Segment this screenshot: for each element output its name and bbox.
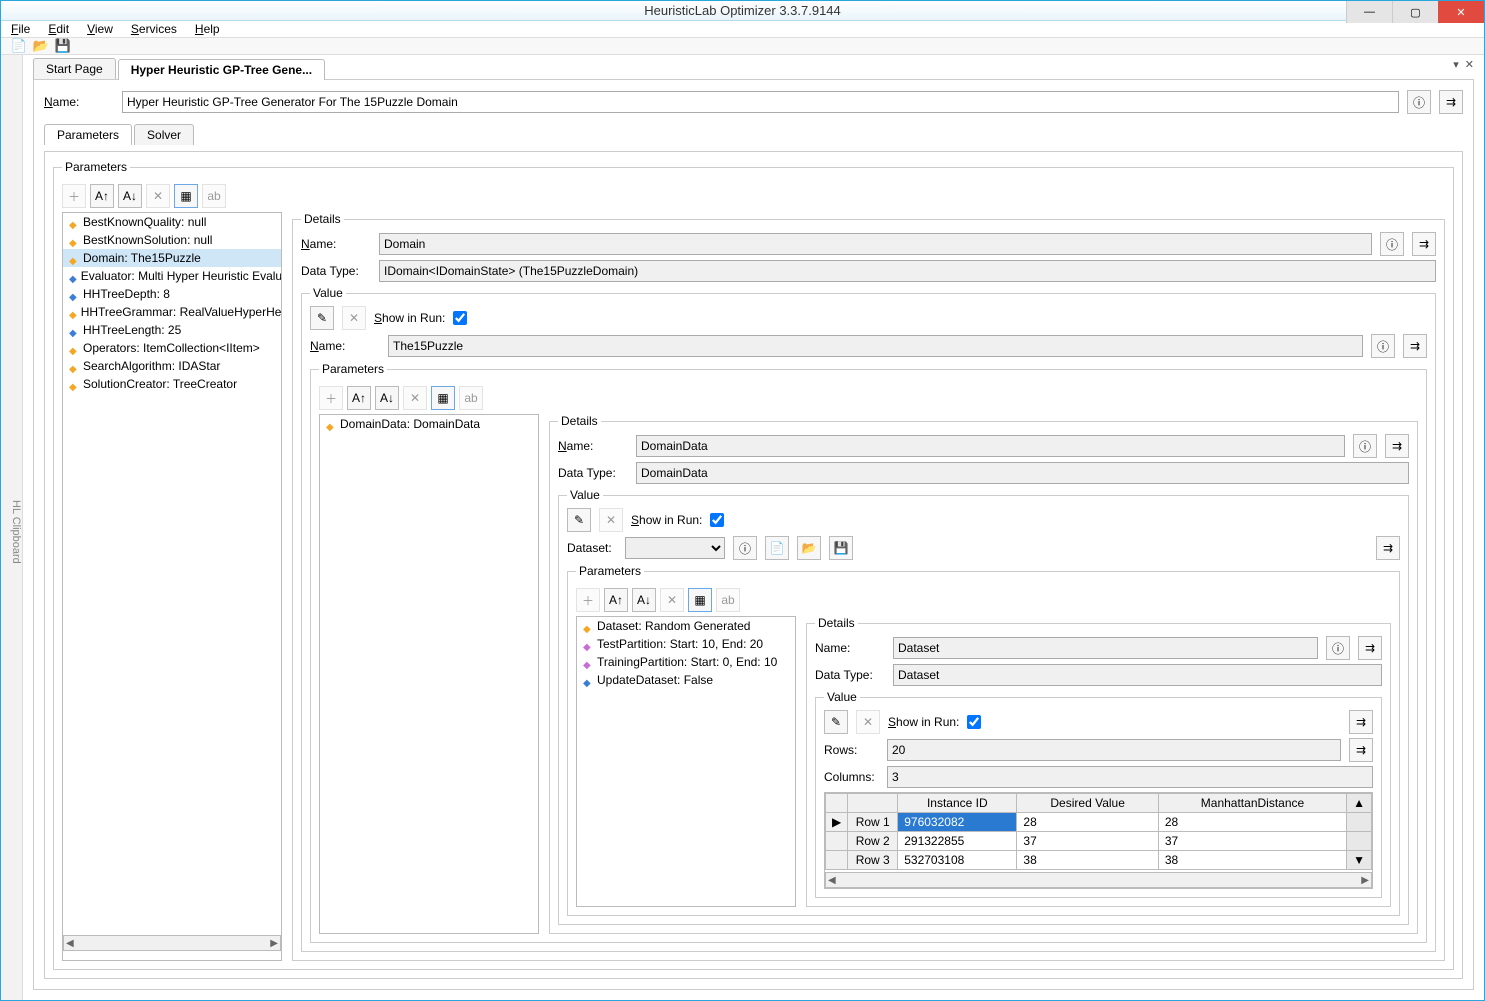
breadcrumb-nav-icon[interactable]: ⇉ [1376, 536, 1400, 560]
details-name-field [379, 233, 1372, 255]
sort-desc-icon[interactable]: A↓ [375, 386, 399, 410]
tab-solver[interactable]: Solver [134, 124, 194, 145]
open-file-icon[interactable]: 📂 [33, 38, 49, 54]
clear-icon: ✕ [856, 710, 880, 734]
tab-parameters[interactable]: Parameters [44, 124, 132, 145]
sort-desc-icon[interactable]: A↓ [632, 588, 656, 612]
new-icon[interactable]: 📄 [765, 536, 789, 560]
grid-h-scrollbar[interactable]: ◀▶ [825, 872, 1372, 888]
breadcrumb-nav-icon[interactable]: ⇉ [1349, 710, 1373, 734]
show-properties-icon: ab [202, 184, 226, 208]
menu-file[interactable]: File [11, 22, 30, 36]
details-legend: Details [301, 212, 344, 226]
window-close-button[interactable]: ✕ [1438, 1, 1484, 23]
new-file-icon[interactable]: 📄 [11, 38, 27, 54]
details3-datatype-field [893, 664, 1382, 686]
open-icon[interactable]: 📂 [797, 536, 821, 560]
document-tabs: Start Page Hyper Heuristic GP-Tree Gene.… [33, 55, 1474, 79]
dataset-grid[interactable]: Instance ID Desired Value ManhattanDista… [825, 793, 1372, 870]
details2-name-field [636, 435, 1345, 457]
app-toolbar: 📄 📂 💾 [1, 38, 1484, 55]
delete-icon: ✕ [146, 184, 170, 208]
clipboard-sidebar-tab[interactable]: HL Clipboard [1, 55, 23, 1000]
tab-dropdown-icon[interactable]: ▾ [1453, 58, 1459, 71]
tab-hyper-heuristic[interactable]: Hyper Heuristic GP-Tree Gene... [118, 59, 325, 80]
menu-services[interactable]: Services [131, 22, 177, 36]
breadcrumb-nav-icon[interactable]: ⇉ [1403, 334, 1427, 358]
sort-asc-icon[interactable]: A↑ [347, 386, 371, 410]
show-in-run-checkbox[interactable] [453, 311, 467, 325]
sort-desc-icon[interactable]: A↓ [118, 184, 142, 208]
window-title: HeuristicLab Optimizer 3.3.7.9144 [644, 3, 841, 18]
dataset-combobox[interactable] [625, 537, 725, 559]
info-icon[interactable]: ⓘ [1407, 90, 1431, 114]
save-file-icon[interactable]: 💾 [55, 38, 71, 54]
show-properties-icon: ab [716, 588, 740, 612]
info-icon[interactable]: ⓘ [1353, 434, 1377, 458]
show-properties-icon: ab [459, 386, 483, 410]
show-details-icon[interactable]: ▦ [688, 588, 712, 612]
save-icon[interactable]: 💾 [829, 536, 853, 560]
info-icon[interactable]: ⓘ [1326, 636, 1350, 660]
delete-icon: ✕ [660, 588, 684, 612]
tab-start-page[interactable]: Start Page [33, 58, 116, 79]
name-label: Name: [44, 95, 114, 109]
menu-view[interactable]: View [87, 22, 113, 36]
data-type-field [379, 260, 1436, 282]
params-toolbar: ＋ A↑ A↓ ✕ ▦ ab [62, 184, 1445, 208]
menu-help[interactable]: Help [195, 22, 220, 36]
parameters-legend: Parameters [62, 160, 130, 174]
window-maximize-button[interactable]: ▢ [1392, 1, 1438, 23]
parameter-tree-2[interactable]: DomainData: DomainData [319, 414, 539, 934]
add-icon: ＋ [319, 386, 343, 410]
parameter-tree-3[interactable]: Dataset: Random Generated TestPartition:… [576, 616, 796, 907]
info-icon[interactable]: ⓘ [1371, 334, 1395, 358]
sort-asc-icon[interactable]: A↑ [90, 184, 114, 208]
breadcrumb-nav-icon[interactable]: ⇉ [1412, 232, 1436, 256]
edit-icon[interactable]: ✎ [567, 508, 591, 532]
breadcrumb-nav-icon[interactable]: ⇉ [1385, 434, 1409, 458]
show-details-icon[interactable]: ▦ [431, 386, 455, 410]
show-in-run-checkbox-2[interactable] [710, 513, 724, 527]
info-icon[interactable]: ⓘ [733, 536, 757, 560]
titlebar: HeuristicLab Optimizer 3.3.7.9144 — ▢ ✕ [1, 1, 1484, 21]
rows-field [887, 739, 1341, 761]
name-input[interactable] [122, 91, 1399, 113]
details2-datatype-field [636, 462, 1409, 484]
window-minimize-button[interactable]: — [1346, 1, 1392, 23]
h-scrollbar[interactable]: ◀▶ [63, 935, 281, 951]
show-details-icon[interactable]: ▦ [174, 184, 198, 208]
clear-icon: ✕ [599, 508, 623, 532]
parameter-tree[interactable]: BestKnownQuality: null BestKnownSolution… [62, 212, 282, 961]
menubar: File Edit View Services Help [1, 21, 1484, 38]
details3-name-field [893, 637, 1318, 659]
breadcrumb-nav-icon[interactable]: ⇉ [1349, 738, 1373, 762]
tab-close-icon[interactable]: ✕ [1465, 58, 1474, 71]
add-icon: ＋ [62, 184, 86, 208]
menu-edit[interactable]: Edit [48, 22, 69, 36]
info-icon[interactable]: ⓘ [1380, 232, 1404, 256]
add-icon: ＋ [576, 588, 600, 612]
clear-icon: ✕ [342, 306, 366, 330]
edit-icon[interactable]: ✎ [310, 306, 334, 330]
show-in-run-checkbox-3[interactable] [967, 715, 981, 729]
breadcrumb-nav-icon[interactable]: ⇉ [1439, 90, 1463, 114]
breadcrumb-nav-icon[interactable]: ⇉ [1358, 636, 1382, 660]
delete-icon: ✕ [403, 386, 427, 410]
edit-icon[interactable]: ✎ [824, 710, 848, 734]
value-name-field [388, 335, 1363, 357]
columns-field [887, 766, 1373, 788]
sort-asc-icon[interactable]: A↑ [604, 588, 628, 612]
